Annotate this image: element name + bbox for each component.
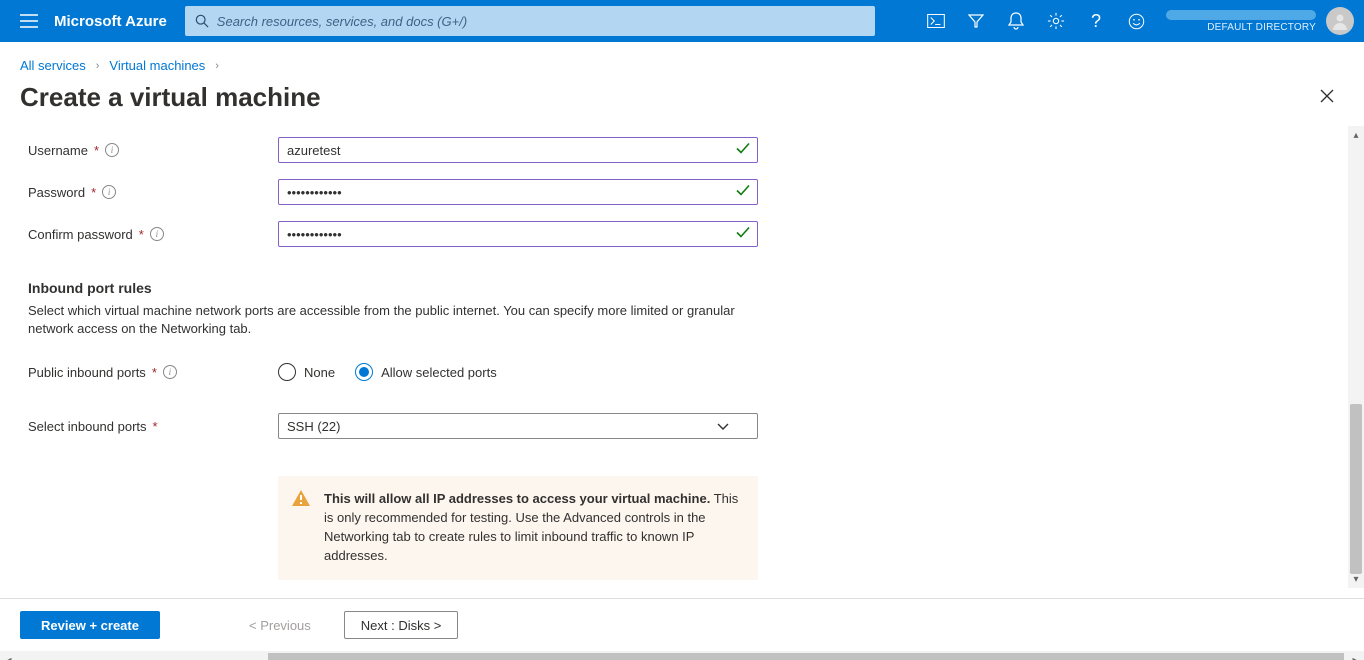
avatar[interactable] (1326, 7, 1354, 35)
check-icon (736, 227, 750, 242)
section-heading: Inbound port rules (28, 280, 1344, 296)
title-row: Create a virtual machine (0, 77, 1364, 126)
password-input[interactable] (278, 179, 758, 205)
close-icon (1320, 89, 1334, 103)
filter-icon (968, 13, 984, 29)
notifications-button[interactable] (996, 0, 1036, 42)
search-icon (195, 14, 209, 28)
select-inbound-ports-dropdown[interactable]: SSH (22) (278, 413, 758, 439)
chevron-down-icon (717, 419, 729, 434)
bell-icon (1008, 12, 1024, 30)
help-icon: ? (1091, 11, 1101, 32)
search-input[interactable] (217, 14, 865, 29)
info-icon[interactable]: i (163, 365, 177, 379)
scroll-left-arrow[interactable]: ◂ (0, 651, 18, 660)
select-inbound-ports-label: Select inbound ports (28, 419, 147, 434)
required-mark: * (94, 143, 99, 158)
username-label: Username (28, 143, 88, 158)
section-description: Select which virtual machine network por… (28, 302, 748, 338)
close-button[interactable] (1310, 81, 1344, 114)
warning-bold: This will allow all IP addresses to acce… (324, 491, 710, 506)
vertical-scrollbar[interactable]: ▴ ▾ (1348, 126, 1364, 588)
settings-button[interactable] (1036, 0, 1076, 42)
directories-button[interactable] (956, 0, 996, 42)
breadcrumb-link-virtual-machines[interactable]: Virtual machines (109, 58, 205, 73)
search-box[interactable] (185, 6, 875, 36)
menu-button[interactable] (8, 14, 50, 28)
info-icon[interactable]: i (102, 185, 116, 199)
breadcrumb: All services › Virtual machines › (0, 42, 1364, 77)
required-mark: * (153, 419, 158, 434)
radio-none-label: None (304, 365, 335, 380)
account-directory: DEFAULT DIRECTORY (1207, 22, 1316, 33)
smiley-icon (1128, 13, 1145, 30)
radio-none[interactable]: None (278, 363, 335, 381)
person-icon (1330, 11, 1350, 31)
cloud-shell-button[interactable] (916, 0, 956, 42)
review-create-button[interactable]: Review + create (20, 611, 160, 639)
top-toolbar: ? DEFAULT DIRECTORY (916, 0, 1356, 42)
page-title: Create a virtual machine (20, 82, 1310, 113)
radio-allow-selected-ports[interactable]: Allow selected ports (355, 363, 497, 381)
horizontal-scrollbar[interactable]: ◂ ▸ (0, 651, 1364, 660)
scroll-thumb[interactable] (1350, 404, 1362, 574)
help-button[interactable]: ? (1076, 0, 1116, 42)
scroll-up-arrow[interactable]: ▴ (1348, 126, 1364, 144)
brand-label[interactable]: Microsoft Azure (50, 13, 179, 30)
hscroll-thumb[interactable] (268, 653, 1344, 660)
gear-icon (1047, 12, 1065, 30)
username-input[interactable] (278, 137, 758, 163)
radio-allow-label: Allow selected ports (381, 365, 497, 380)
scroll-right-arrow[interactable]: ▸ (1346, 651, 1364, 660)
account-name-placeholder (1166, 10, 1316, 20)
top-bar: Microsoft Azure ? DEFAULT DIRECTORY (0, 0, 1364, 42)
public-inbound-ports-label: Public inbound ports (28, 365, 146, 380)
form-content: Username * i Password * i (0, 126, 1364, 588)
cloud-shell-icon (927, 14, 945, 28)
hamburger-icon (20, 14, 38, 28)
warning-box: This will allow all IP addresses to acce… (278, 476, 758, 579)
required-mark: * (152, 365, 157, 380)
info-icon[interactable]: i (105, 143, 119, 157)
info-icon[interactable]: i (150, 227, 164, 241)
password-label: Password (28, 185, 85, 200)
warning-icon (292, 490, 310, 512)
breadcrumb-link-all-services[interactable]: All services (20, 58, 86, 73)
confirm-password-label: Confirm password (28, 227, 133, 242)
account-block[interactable]: DEFAULT DIRECTORY (1156, 0, 1322, 42)
footer-bar: Review + create < Previous Next : Disks … (0, 599, 1364, 651)
select-inbound-ports-value: SSH (22) (287, 419, 340, 434)
feedback-button[interactable] (1116, 0, 1156, 42)
previous-button: < Previous (232, 611, 328, 639)
next-button[interactable]: Next : Disks > (344, 611, 459, 639)
required-mark: * (91, 185, 96, 200)
chevron-right-icon: › (96, 60, 100, 72)
check-icon (736, 185, 750, 200)
required-mark: * (139, 227, 144, 242)
check-icon (736, 143, 750, 158)
chevron-right-icon: › (215, 60, 219, 72)
confirm-password-input[interactable] (278, 221, 758, 247)
